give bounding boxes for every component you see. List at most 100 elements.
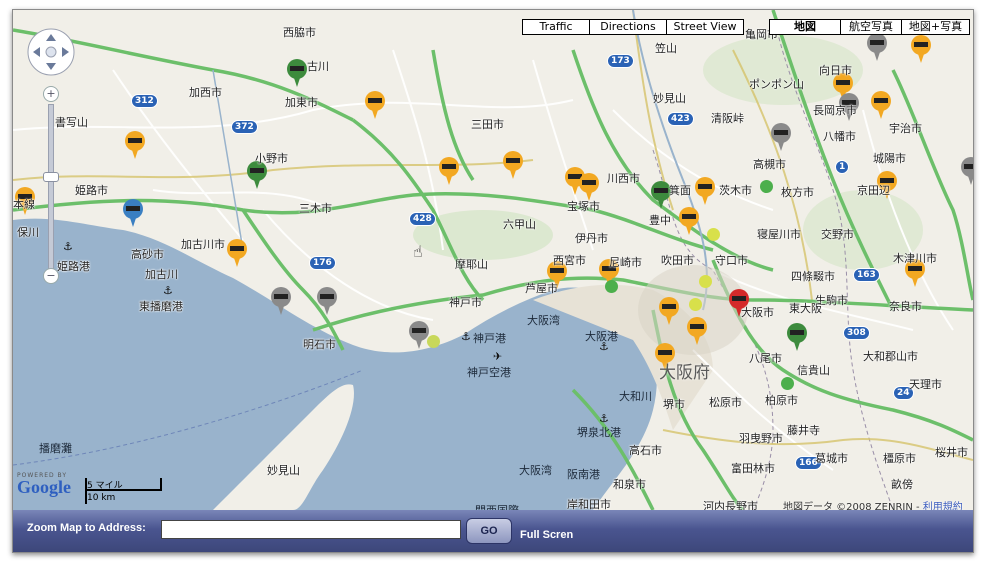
map-label: 京田辺 — [857, 184, 890, 197]
street-view-button[interactable]: Street View — [666, 19, 744, 35]
map-label: 笠山 — [655, 42, 677, 55]
map-dot-yellow[interactable] — [699, 275, 712, 288]
map-label: 大阪市 — [741, 306, 774, 319]
map-dot-green[interactable] — [605, 280, 618, 293]
map-marker-orange[interactable] — [869, 90, 893, 120]
map-marker-orange[interactable] — [363, 90, 387, 120]
traffic-button[interactable]: Traffic — [522, 19, 590, 35]
map-marker-blue-green[interactable] — [121, 198, 145, 228]
map-label: 西脇市 — [283, 26, 316, 39]
map-marker-green[interactable] — [285, 58, 309, 88]
map-dot-green[interactable] — [781, 377, 794, 390]
zoom-slider-handle[interactable] — [43, 172, 59, 182]
map-label: 天理市 — [909, 378, 942, 391]
road-shield: 312 — [131, 94, 158, 108]
scale-km-label: 10 km — [87, 493, 116, 503]
map-label: ポンポン山 — [749, 78, 804, 91]
airport-icon: ✈ — [493, 350, 503, 363]
map-label: 西宮市 — [553, 254, 586, 267]
zoom-slider-track[interactable] — [48, 104, 54, 282]
map-label: 保川 — [17, 226, 39, 239]
map-view-button[interactable]: 地図 — [769, 19, 841, 35]
map-label: 箕面 — [669, 184, 691, 197]
anchor-icon: ⚓ — [599, 340, 609, 353]
map-marker-orange[interactable] — [225, 238, 249, 268]
address-input[interactable] — [161, 520, 461, 539]
map-label: 橿原市 — [883, 452, 916, 465]
scale-tick — [160, 478, 162, 491]
map-label: 向日市 — [819, 64, 852, 77]
map-label: 妙見山 — [653, 92, 686, 105]
map-label: 茨木市 — [719, 184, 752, 197]
map-label: 姫路市 — [75, 184, 108, 197]
map-marker-orange[interactable] — [123, 130, 147, 160]
map-label: 寝屋川市 — [757, 228, 801, 241]
map-label: 奈良市 — [889, 300, 922, 313]
map-marker-orange[interactable] — [437, 156, 461, 186]
map-label: 枚方市 — [781, 186, 814, 199]
google-logo: POWERED BY Google — [17, 472, 71, 498]
map-label: 大阪府 — [659, 363, 710, 383]
map-marker-gray[interactable] — [959, 156, 974, 186]
fullscreen-link[interactable]: Full Scren — [520, 529, 573, 541]
map-label: 信貴山 — [797, 364, 830, 377]
map-label: 桜井市 — [935, 446, 968, 459]
map-dot-yellow[interactable] — [689, 298, 702, 311]
map-label: 和泉市 — [613, 478, 646, 491]
scale-line — [85, 489, 161, 491]
scale-bar: 5 マイル 10 km — [83, 478, 203, 506]
map-label: 八尾市 — [749, 352, 782, 365]
anchor-icon: ⚓ — [599, 412, 609, 425]
satellite-view-button[interactable]: 航空写真 — [840, 19, 902, 35]
map-label: 大和郡山市 — [863, 350, 918, 363]
map-marker-orange[interactable] — [909, 34, 933, 64]
go-button[interactable]: GO — [466, 518, 512, 544]
map-label: 川西市 — [607, 172, 640, 185]
map-label: 吹田市 — [661, 254, 694, 267]
map-widget: 312 372 173 423 176 428 1 163 308 24 166… — [12, 9, 974, 553]
map-label: 守口市 — [715, 254, 748, 267]
map-label: 富田林市 — [731, 462, 775, 475]
map-label: 阪南港 — [567, 468, 600, 481]
map-canvas[interactable]: 312 372 173 423 176 428 1 163 308 24 166… — [13, 10, 974, 517]
map-marker-orange[interactable] — [677, 206, 701, 236]
map-label: 東播磨港 — [139, 300, 183, 313]
map-marker-orange[interactable] — [501, 150, 525, 180]
map-label: 四條畷市 — [791, 270, 835, 283]
map-label: 堺泉北港 — [577, 426, 621, 439]
map-label: 本線 — [13, 198, 35, 211]
map-marker-orange[interactable] — [657, 296, 681, 326]
map-marker-orange[interactable] — [693, 176, 717, 206]
map-label: 交野市 — [821, 228, 854, 241]
map-label: 長岡京市 — [813, 104, 857, 117]
hybrid-view-button[interactable]: 地図+写真 — [901, 19, 970, 35]
map-label: 大阪湾 — [519, 464, 552, 477]
anchor-icon: ⚓ — [63, 240, 73, 253]
map-label: 芦屋市 — [525, 282, 558, 295]
road-shield: 173 — [607, 54, 634, 68]
map-marker-gray[interactable] — [865, 32, 889, 62]
pan-control-icon[interactable] — [27, 28, 77, 78]
map-marker-orange[interactable] — [685, 316, 709, 346]
zoom-in-button[interactable]: + — [43, 86, 59, 102]
map-marker-green[interactable] — [785, 322, 809, 352]
map-dot-yellow[interactable] — [707, 228, 720, 241]
map-label: 播磨灘 — [39, 442, 72, 455]
map-marker-gray[interactable] — [769, 122, 793, 152]
map-label: 清阪峠 — [711, 112, 744, 125]
map-label: 神戸市 — [449, 296, 482, 309]
hand-cursor-icon: ☝ — [413, 242, 423, 261]
map-dot-yellow[interactable] — [427, 335, 440, 348]
map-dot-green[interactable] — [760, 180, 773, 193]
road-shield: 163 — [853, 268, 880, 282]
map-label: 高石市 — [629, 444, 662, 457]
map-label: 高砂市 — [131, 248, 164, 261]
map-label: 三田市 — [471, 118, 504, 131]
map-label: 藤井寺 — [787, 424, 820, 437]
zoom-out-button[interactable]: − — [43, 268, 59, 284]
anchor-icon: ⚓ — [461, 330, 471, 343]
map-label: 柏原市 — [765, 394, 798, 407]
map-marker-gray[interactable] — [315, 286, 339, 316]
directions-button[interactable]: Directions — [589, 19, 667, 35]
map-marker-gray[interactable] — [269, 286, 293, 316]
